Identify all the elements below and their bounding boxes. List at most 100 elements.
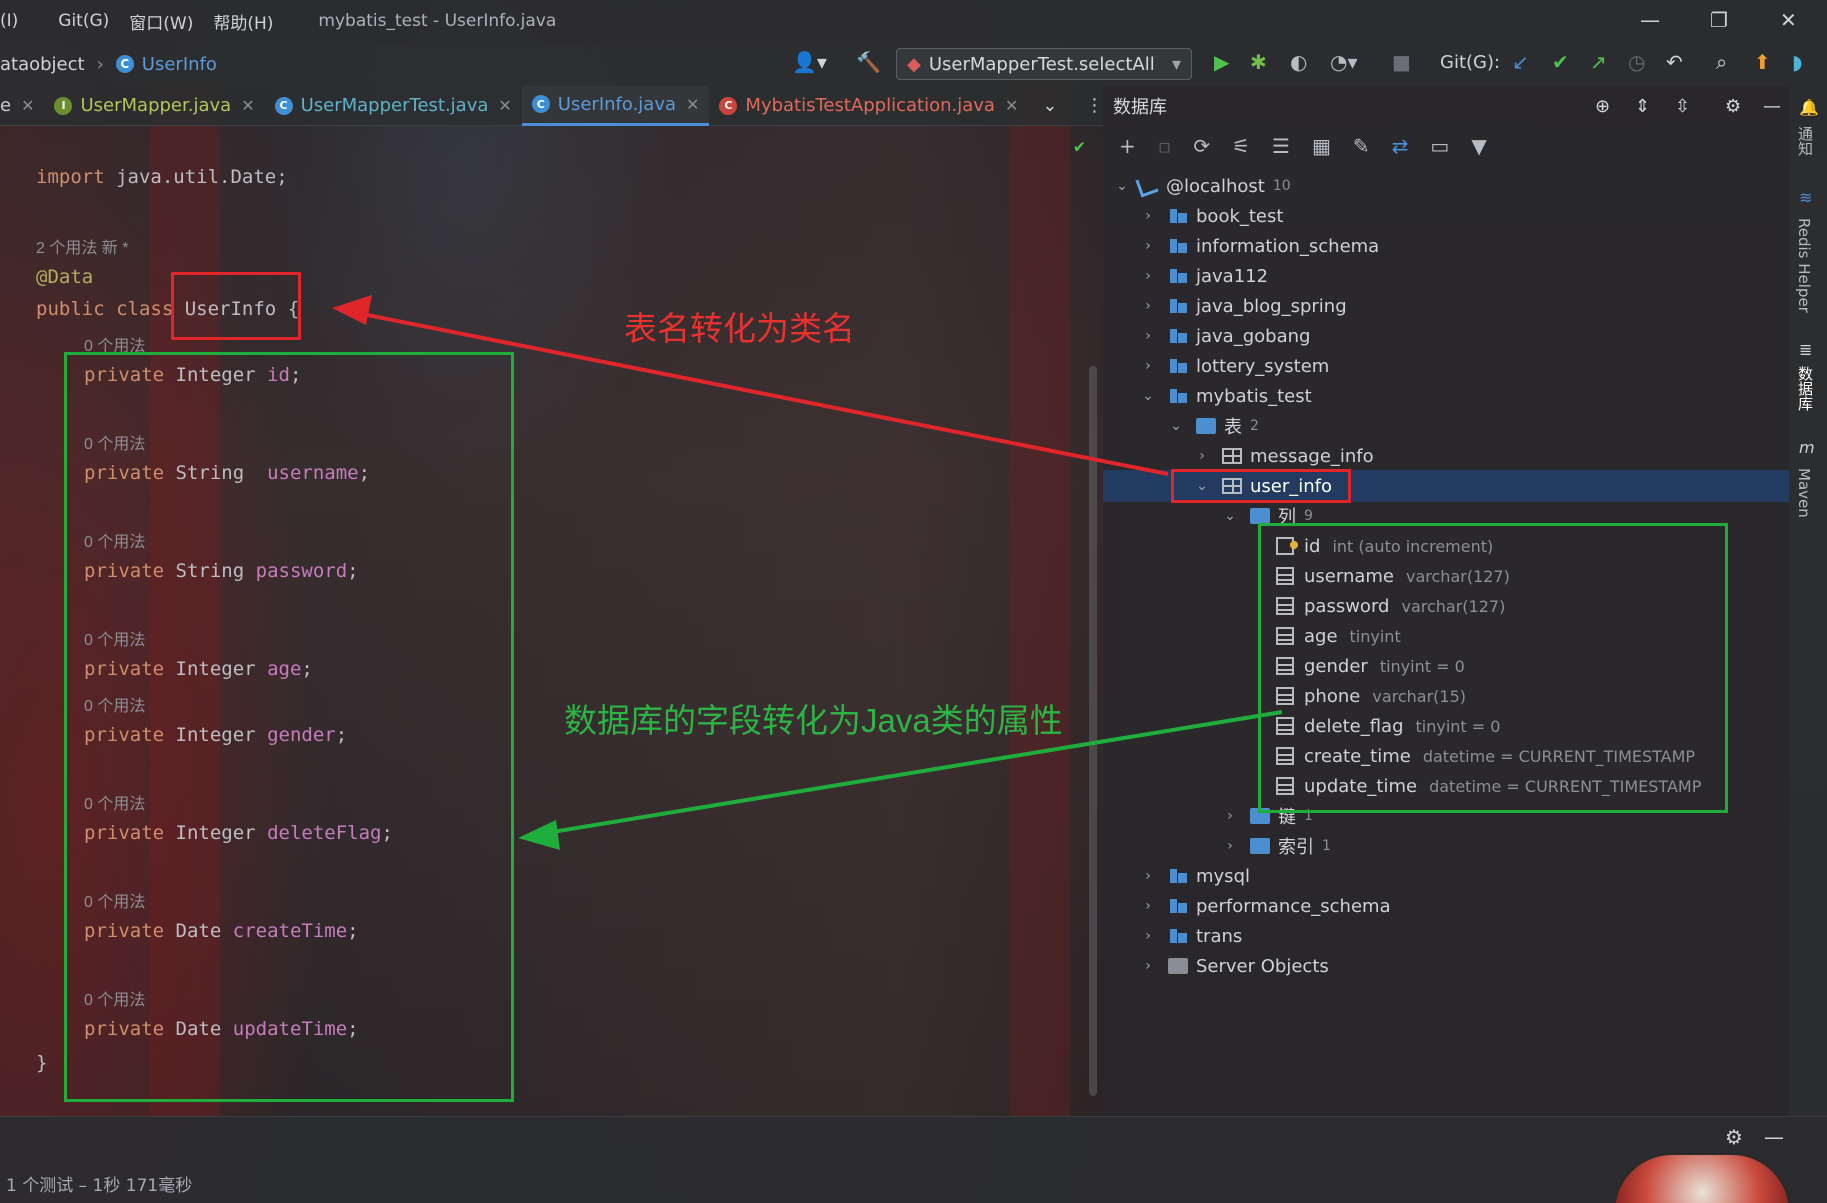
bell-icon[interactable]: 🔔 bbox=[1799, 98, 1819, 117]
chevron-right-icon[interactable]: › bbox=[1192, 448, 1212, 464]
tab-label: UserMapperTest.java bbox=[300, 95, 489, 116]
close-icon[interactable]: ✕ bbox=[1780, 8, 1797, 32]
chevron-right-icon[interactable]: › bbox=[1138, 298, 1158, 314]
tree-node-host[interactable]: ⌄ @localhost 10 bbox=[1112, 171, 1291, 201]
tree-node-database[interactable]: › java112 bbox=[1138, 261, 1268, 291]
undo-icon[interactable]: ↶ bbox=[1666, 50, 1683, 74]
tool-tab-notifications[interactable]: 通知 bbox=[1795, 126, 1816, 156]
node-label: book_test bbox=[1196, 205, 1284, 227]
more-options-icon[interactable]: ⋮ bbox=[1085, 95, 1103, 116]
chevron-down-icon[interactable]: ⌄ bbox=[1138, 388, 1158, 404]
debug-icon[interactable]: ✱ bbox=[1250, 50, 1267, 74]
schema-sync-icon[interactable]: ⚟ bbox=[1232, 134, 1250, 158]
database-icon[interactable]: ☰ bbox=[1272, 134, 1290, 158]
chevron-right-icon[interactable]: › bbox=[1220, 838, 1240, 854]
chevron-down-icon[interactable]: ⌄ bbox=[1166, 418, 1186, 434]
git-history-icon[interactable]: ◷ bbox=[1628, 50, 1645, 74]
tab-partial[interactable]: e ✕ bbox=[0, 86, 44, 126]
breadcrumb-package[interactable]: ataobject bbox=[0, 54, 85, 75]
tool-tab-maven[interactable]: Maven bbox=[1795, 468, 1813, 518]
menu-help[interactable]: 帮助(H) bbox=[213, 9, 273, 34]
table-icon bbox=[1222, 448, 1242, 464]
assistant-icon[interactable]: ◗ bbox=[1792, 50, 1803, 74]
hide-panel-icon[interactable]: — bbox=[1763, 96, 1781, 117]
table-view-icon[interactable]: ▦ bbox=[1312, 134, 1331, 158]
tool-tab-redis[interactable]: Redis Helper bbox=[1795, 218, 1813, 313]
chevron-right-icon[interactable]: › bbox=[1138, 898, 1158, 914]
expand-all-icon[interactable]: ⇕ bbox=[1635, 96, 1650, 117]
inspection-ok-icon[interactable]: ✔ bbox=[1074, 136, 1085, 157]
chevron-right-icon[interactable]: › bbox=[1138, 928, 1158, 944]
restore-icon[interactable]: ❐ bbox=[1710, 8, 1728, 32]
collapse-all-icon[interactable]: ⇳ bbox=[1675, 96, 1690, 117]
jump-icon[interactable]: ⇄ bbox=[1392, 134, 1409, 158]
chevron-right-icon[interactable]: › bbox=[1138, 868, 1158, 884]
chevron-right-icon[interactable]: › bbox=[1138, 268, 1158, 284]
chevron-right-icon[interactable]: › bbox=[1138, 358, 1158, 374]
hide-panel-icon[interactable]: — bbox=[1764, 1125, 1784, 1149]
tree-node-database[interactable]: › performance_schema bbox=[1138, 891, 1390, 921]
tree-node-indexes[interactable]: › 索引 1 bbox=[1220, 831, 1331, 861]
tree-node-database[interactable]: › java_gobang bbox=[1138, 321, 1310, 351]
tree-node-database[interactable]: › mysql bbox=[1138, 861, 1250, 891]
menu-git[interactable]: Git(G) bbox=[58, 11, 109, 31]
breadcrumb-class[interactable]: UserInfo bbox=[142, 54, 217, 75]
profiler-icon[interactable]: ◔▾ bbox=[1330, 50, 1358, 74]
git-update-icon[interactable]: ↙ bbox=[1512, 50, 1529, 74]
close-icon[interactable]: ✕ bbox=[686, 95, 699, 114]
stop-icon[interactable]: ■ bbox=[1392, 50, 1411, 74]
window-title: mybatis_test - UserInfo.java bbox=[318, 11, 557, 31]
menu-window[interactable]: 窗口(W) bbox=[129, 9, 193, 34]
edit-icon[interactable]: ✎ bbox=[1353, 134, 1370, 158]
tree-node-database[interactable]: › information_schema bbox=[1138, 231, 1379, 261]
node-label: Server Objects bbox=[1196, 955, 1329, 977]
minimize-icon[interactable]: — bbox=[1640, 8, 1660, 32]
node-label: trans bbox=[1196, 925, 1243, 947]
add-icon[interactable]: + bbox=[1119, 134, 1136, 158]
usage-hint[interactable]: 2 个用法 新 * bbox=[36, 234, 128, 258]
copy-icon[interactable]: ▫ bbox=[1158, 134, 1172, 158]
gear-icon[interactable]: ⚙ bbox=[1725, 1125, 1743, 1149]
tree-node-database[interactable]: › trans bbox=[1138, 921, 1242, 951]
tree-node-tables[interactable]: ⌄ 表 2 bbox=[1166, 411, 1259, 441]
menu-tools[interactable]: (I) bbox=[0, 11, 18, 31]
close-icon[interactable]: ✕ bbox=[241, 96, 254, 115]
tree-node-table[interactable]: › message_info bbox=[1192, 441, 1373, 471]
chevron-down-icon[interactable]: ⌄ bbox=[1112, 178, 1132, 194]
tab-userinfo[interactable]: C UserInfo.java ✕ bbox=[521, 85, 710, 126]
gear-icon[interactable]: ⚙ bbox=[1725, 96, 1741, 117]
tool-tab-database[interactable]: 数据库 bbox=[1795, 366, 1816, 411]
chevron-right-icon[interactable]: › bbox=[1138, 328, 1158, 344]
editor-scrollbar[interactable] bbox=[1089, 366, 1097, 1096]
tree-node-database[interactable]: › lottery_system bbox=[1138, 351, 1329, 381]
chevron-down-icon[interactable]: ⌄ bbox=[1220, 508, 1240, 524]
console-icon[interactable]: ▭ bbox=[1430, 134, 1449, 158]
run-config-selector[interactable]: ◆ UserMapperTest.selectAll ▾ bbox=[896, 48, 1192, 80]
user-icon[interactable]: 👤▾ bbox=[792, 50, 827, 74]
close-icon[interactable]: ✕ bbox=[1005, 96, 1018, 115]
tree-node-database[interactable]: › java_blog_spring bbox=[1138, 291, 1346, 321]
close-icon[interactable]: ✕ bbox=[21, 96, 34, 115]
filter-icon[interactable]: ▼ bbox=[1471, 134, 1486, 158]
tree-node-database[interactable]: ⌄ mybatis_test bbox=[1138, 381, 1312, 411]
tree-node-server-objects[interactable]: › Server Objects bbox=[1138, 951, 1329, 981]
search-icon[interactable]: ⌕ bbox=[1716, 50, 1727, 74]
locate-icon[interactable]: ⊕ bbox=[1595, 96, 1610, 117]
tab-mybatistestapplication[interactable]: C MybatisTestApplication.java ✕ bbox=[709, 86, 1028, 126]
coverage-icon[interactable]: ◐ bbox=[1290, 50, 1307, 74]
chevron-down-icon[interactable]: ⌄ bbox=[1042, 95, 1057, 116]
tree-node-database[interactable]: › book_test bbox=[1138, 201, 1283, 231]
update-icon[interactable]: ⬆ bbox=[1754, 50, 1771, 74]
git-push-icon[interactable]: ↗ bbox=[1590, 50, 1607, 74]
chevron-right-icon[interactable]: › bbox=[1138, 208, 1158, 224]
refresh-icon[interactable]: ⟳ bbox=[1193, 134, 1210, 158]
close-icon[interactable]: ✕ bbox=[498, 96, 511, 115]
chevron-right-icon[interactable]: › bbox=[1138, 958, 1158, 974]
tab-usermapper[interactable]: I UserMapper.java ✕ bbox=[44, 86, 264, 126]
tab-usermappertest[interactable]: C UserMapperTest.java ✕ bbox=[265, 86, 522, 126]
build-hammer-icon[interactable]: 🔨 bbox=[856, 50, 881, 74]
chevron-right-icon[interactable]: › bbox=[1220, 808, 1240, 824]
git-commit-icon[interactable]: ✔ bbox=[1552, 50, 1569, 74]
chevron-right-icon[interactable]: › bbox=[1138, 238, 1158, 254]
run-icon[interactable]: ▶ bbox=[1214, 50, 1229, 74]
